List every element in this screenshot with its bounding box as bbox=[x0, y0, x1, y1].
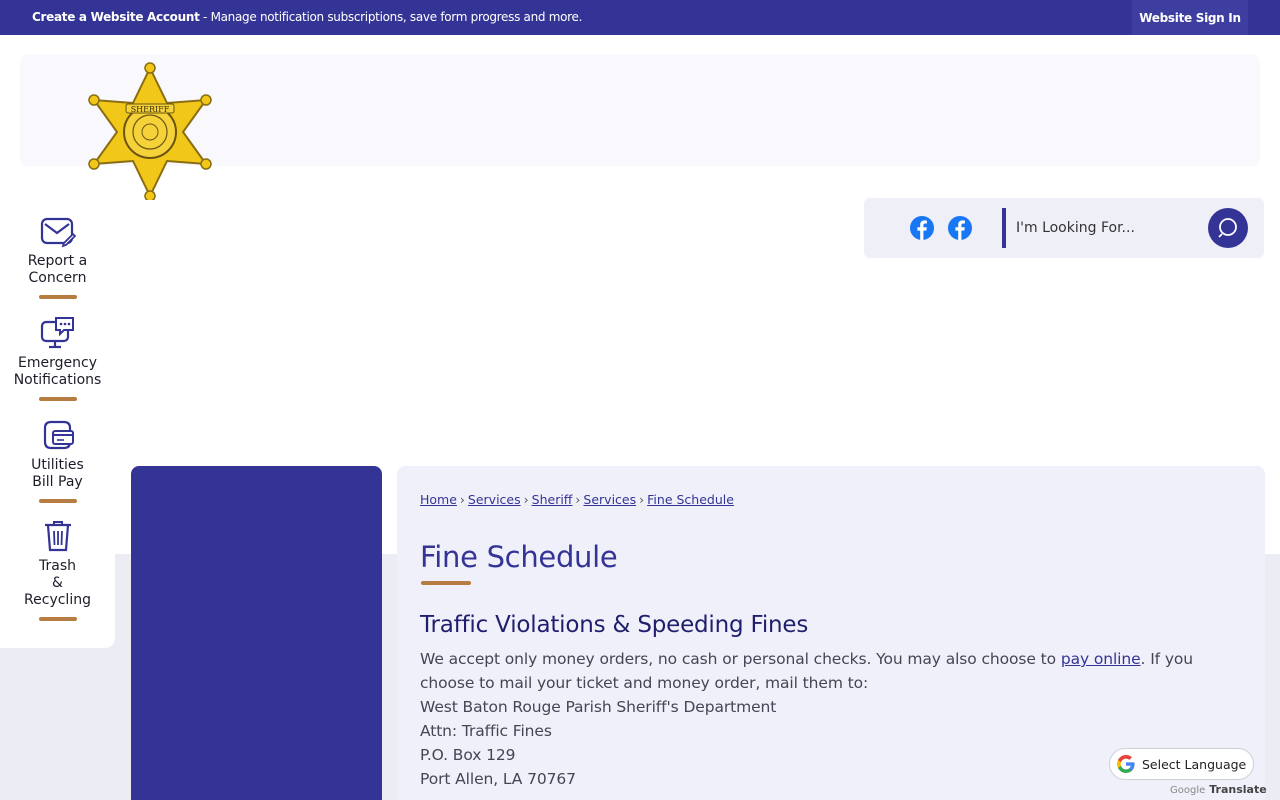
google-g-icon bbox=[1117, 755, 1135, 773]
search-button[interactable] bbox=[1208, 208, 1248, 248]
quick-link-utilities-bill-pay[interactable]: Utilities Bill Pay bbox=[0, 418, 115, 503]
quick-link-label: Utilities bbox=[31, 457, 84, 473]
trash-icon bbox=[44, 521, 71, 552]
section-title: Traffic Violations & Speeding Fines bbox=[420, 612, 809, 638]
quick-link-label: Concern bbox=[28, 270, 87, 286]
quick-link-label: Recycling bbox=[24, 592, 91, 608]
accent-underline bbox=[38, 617, 77, 621]
breadcrumb-sheriff-services[interactable]: Services bbox=[583, 492, 636, 507]
badge-text: SHERIFF bbox=[131, 105, 170, 114]
google-wordmark: Google bbox=[1170, 785, 1206, 796]
top-bar: Create a Website Account - Manage notifi… bbox=[0, 0, 1280, 35]
breadcrumb-home[interactable]: Home bbox=[420, 492, 457, 507]
quick-link-emergency-notifications[interactable]: Emergency Notifications bbox=[0, 316, 115, 401]
quick-link-label: Trash bbox=[39, 558, 76, 574]
address-line: Attn: Traffic Fines bbox=[420, 722, 552, 740]
search-panel bbox=[864, 198, 1264, 258]
search-input[interactable] bbox=[1016, 213, 1206, 243]
facebook-icon[interactable] bbox=[948, 216, 972, 240]
quick-link-label: Report a bbox=[27, 253, 88, 269]
secondary-nav-panel bbox=[131, 466, 382, 800]
address-line: West Baton Rouge Parish Sheriff's Depart… bbox=[420, 698, 777, 716]
quick-link-label: Bill Pay bbox=[32, 474, 83, 490]
credit-card-icon bbox=[43, 420, 74, 450]
quick-link-label: Emergency bbox=[18, 355, 97, 371]
envelope-edit-icon bbox=[40, 217, 76, 248]
website-sign-in-button[interactable]: Website Sign In bbox=[1132, 0, 1248, 35]
quick-link-label: & bbox=[52, 575, 63, 591]
create-account-link[interactable]: Create a Website Account bbox=[32, 10, 200, 24]
breadcrumb-sheriff[interactable]: Sheriff bbox=[532, 492, 573, 507]
create-account-promo[interactable]: Create a Website Account - Manage notifi… bbox=[32, 10, 582, 24]
accent-underline bbox=[38, 397, 77, 401]
breadcrumb: Home › Services › Sheriff › Services › Fine Sche… bbox=[420, 492, 734, 507]
quick-links-panel: Report a Concern Emergency Notifications U… bbox=[0, 200, 115, 648]
translate-wordmark: Translate bbox=[1209, 783, 1267, 796]
sheriff-star-icon: SHERIFF bbox=[88, 62, 212, 202]
monitor-chat-icon bbox=[40, 317, 74, 349]
accent-underline bbox=[38, 499, 77, 503]
facebook-icon[interactable] bbox=[910, 216, 934, 240]
quick-link-label: Notifications bbox=[13, 372, 102, 388]
breadcrumb-fine-schedule[interactable]: Fine Schedule bbox=[647, 492, 734, 507]
quick-link-report-concern[interactable]: Report a Concern bbox=[0, 216, 115, 299]
address-line: P.O. Box 129 bbox=[420, 746, 516, 764]
payment-instructions: We accept only money orders, no cash or … bbox=[420, 650, 1061, 668]
page-title: Fine Schedule bbox=[420, 540, 618, 574]
powered-by-google-translate[interactable]: Google Translate bbox=[1170, 783, 1267, 796]
sheriff-badge-logo[interactable]: SHERIFF bbox=[88, 62, 212, 202]
search-divider bbox=[1002, 208, 1006, 248]
breadcrumb-services[interactable]: Services bbox=[468, 492, 521, 507]
title-accent-bar bbox=[421, 581, 471, 585]
search-icon bbox=[1218, 218, 1237, 238]
quick-link-trash-recycling[interactable]: Trash & Recycling bbox=[0, 519, 115, 621]
promo-description: - Manage notification subscriptions, sav… bbox=[199, 10, 583, 24]
select-language-dropdown[interactable]: Select Language bbox=[1109, 748, 1254, 780]
address-line: Port Allen, LA 70767 bbox=[420, 770, 576, 788]
pay-online-link[interactable]: pay online bbox=[1061, 650, 1141, 668]
accent-underline bbox=[38, 295, 77, 299]
select-language-label: Select Language bbox=[1142, 756, 1247, 772]
